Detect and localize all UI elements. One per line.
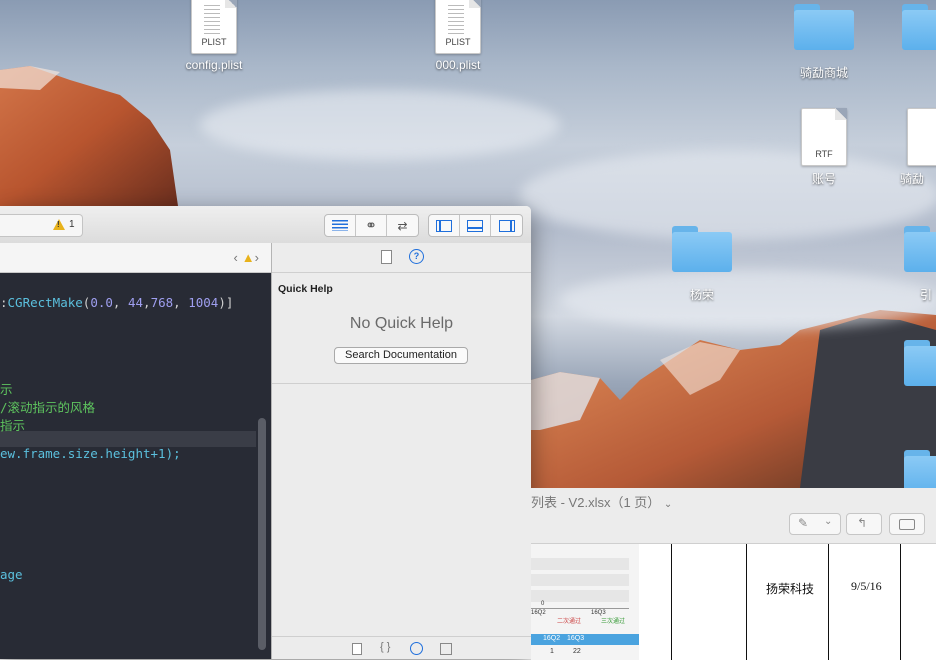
quick-help-title: Quick Help	[278, 283, 333, 295]
toolbox-button[interactable]	[889, 513, 925, 535]
code-line: ew.frame.size.height+1);	[0, 446, 181, 461]
xcode-toolbar: ! 1 ⚭ ⇄	[0, 206, 531, 244]
rtf-file-icon: RTF	[801, 108, 847, 166]
desktop-icon-000-plist[interactable]: PLIST 000.plist	[408, 0, 508, 72]
desktop-icon-config-plist[interactable]: PLIST config.plist	[164, 0, 264, 72]
utilities-inspector: ? Quick Help No Quick Help Search Docume…	[272, 243, 531, 659]
chevron-left-icon[interactable]: ‹	[233, 250, 241, 265]
version-editor-button[interactable]: ⇄	[387, 215, 418, 236]
toggle-utilities-button[interactable]	[491, 215, 522, 236]
chevron-down-icon: ⌄	[663, 499, 673, 510]
standard-editor-icon	[332, 220, 348, 231]
code-comment: 示	[0, 382, 13, 397]
code-comment: /滚动指示的风格	[0, 400, 96, 415]
table-cell-company: 扬荣科技	[766, 582, 815, 596]
table-gridline	[828, 544, 829, 660]
debug-panel-icon	[467, 219, 483, 232]
editor-scrollbar[interactable]	[258, 418, 266, 650]
no-quick-help-message: No Quick Help	[349, 315, 454, 332]
jump-bar-nav: ‹▲›	[233, 250, 263, 265]
desktop-icon-folder-qimeng-shop[interactable]: 骑勐商城	[774, 4, 874, 81]
desktop-icon-label: 000.plist	[435, 58, 481, 72]
library-tab-bar: { }	[272, 636, 531, 659]
desktop-icon-label: 账号	[811, 172, 836, 186]
folder-icon	[672, 226, 732, 272]
preview-window-title[interactable]: 列表 - V2.xlsx（1 页） ⌄	[531, 492, 672, 511]
desktop-icon-folder-yin[interactable]: 引	[904, 226, 936, 303]
navigator-panel-icon	[436, 219, 452, 232]
utilities-panel-icon	[498, 219, 515, 232]
source-editor[interactable]: :CGRectMake(0.0, 44,768, 1004)] 示 /滚动指示的…	[0, 273, 271, 659]
document-page: 0 16Q2 16Q3 二次通过 三次通过 16Q2 16Q3 1 22 扬荣科…	[531, 543, 936, 660]
view-panels-control	[428, 214, 523, 237]
chevron-right-icon[interactable]: ›	[255, 250, 263, 265]
table-gridline	[671, 544, 672, 660]
assistant-editor-button[interactable]: ⚭	[356, 215, 387, 236]
assistant-editor-icon: ⚭	[365, 217, 377, 233]
inspector-separator	[272, 383, 531, 384]
code-line: :CGRectMake(0.0, 44,768, 1004)]	[0, 295, 234, 310]
plist-file-icon: PLIST	[191, 0, 237, 54]
folder-icon	[794, 4, 854, 50]
warning-icon: !	[53, 219, 65, 230]
desktop-icon-label: 骑勐商城	[799, 66, 848, 80]
editor-mode-control: ⚭ ⇄	[324, 214, 419, 237]
cloud	[200, 90, 560, 160]
rotate-button[interactable]: ↰	[846, 513, 882, 535]
pen-icon: ✎	[798, 516, 809, 530]
toolbox-icon	[899, 519, 915, 530]
file-template-library-tab[interactable]	[352, 643, 362, 655]
inspector-tab-bar: ?	[272, 243, 531, 273]
version-editor-icon: ⇄	[397, 218, 408, 233]
file-inspector-tab[interactable]	[381, 250, 392, 264]
table-gridline	[746, 544, 747, 660]
desktop-icon-label: 杨荣	[689, 288, 714, 302]
desktop-icon-folder-partial-2[interactable]	[904, 340, 936, 386]
file-icon	[907, 108, 936, 166]
folder-icon	[902, 4, 936, 50]
desktop-icon-label: 骑勐	[900, 172, 925, 186]
chevron-down-icon: ⌄	[824, 516, 833, 527]
code-line: age	[0, 567, 23, 582]
quick-help-tab[interactable]: ?	[409, 249, 424, 264]
table-cell-date: 9/5/16	[851, 579, 882, 593]
warning-icon[interactable]: ▲	[242, 250, 255, 265]
desktop-icon-label: 引	[920, 288, 933, 302]
toggle-debug-area-button[interactable]	[460, 215, 491, 236]
standard-editor-button[interactable]	[325, 215, 356, 236]
desktop-icon-folder-partial[interactable]	[902, 4, 936, 50]
code-comment: 指示	[0, 418, 26, 433]
xcode-window: ! 1 ⚭ ⇄ ‹▲› :CGRectMake(0.0, 44,768, 100…	[0, 206, 531, 659]
desktop-icon-qimeng-partial[interactable]: 骑勐	[900, 108, 936, 187]
search-documentation-button[interactable]: Search Documentation	[334, 347, 468, 364]
media-library-tab[interactable]	[440, 643, 452, 655]
object-library-tab[interactable]	[410, 642, 423, 655]
activity-status-bar[interactable]: ! 1	[0, 214, 83, 237]
code-snippet-library-tab[interactable]: { }	[380, 641, 390, 653]
warning-count: 1	[69, 219, 75, 230]
chart-thumbnail: 0 16Q2 16Q3 二次通过 三次通过 16Q2 16Q3 1 22	[531, 544, 639, 660]
plist-file-icon: PLIST	[435, 0, 481, 54]
table-gridline	[900, 544, 901, 660]
current-line-highlight	[0, 431, 256, 447]
markup-toolbar-button[interactable]: ✎ ⌄	[789, 513, 841, 535]
folder-icon	[904, 340, 936, 386]
folder-icon	[904, 226, 936, 272]
rotate-icon: ↰	[857, 516, 868, 530]
preview-window: 列表 - V2.xlsx（1 页） ⌄ ✎ ⌄ ↰ 0 16Q2 16Q3 二次…	[531, 488, 936, 660]
toggle-navigator-button[interactable]	[429, 215, 460, 236]
desktop-icon-label: config.plist	[185, 58, 243, 72]
desktop-icon-folder-yangrong[interactable]: 杨荣	[652, 226, 752, 303]
desktop-icon-account-rtf[interactable]: RTF 账号	[774, 108, 874, 187]
editor-jump-bar: ‹▲›	[0, 243, 271, 273]
